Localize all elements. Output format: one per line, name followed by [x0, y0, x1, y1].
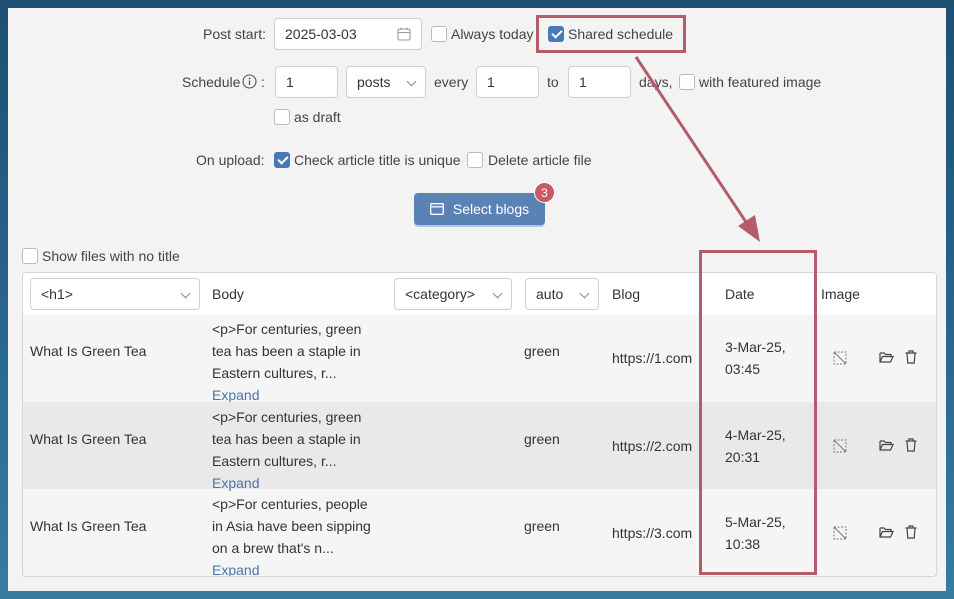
annotation-arrow [634, 56, 760, 242]
